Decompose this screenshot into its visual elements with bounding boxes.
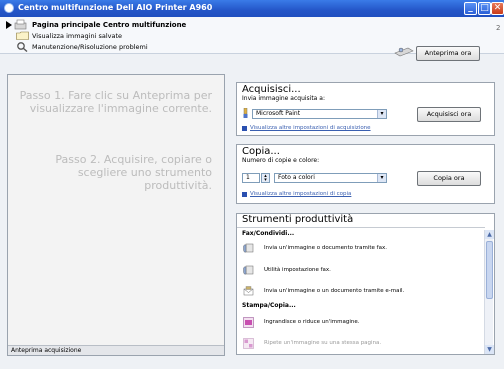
copy-settings-link[interactable]: Visualizza altre impostazioni di copia <box>242 191 351 197</box>
copy-color-value: Foto a colori <box>278 174 315 181</box>
tools-title: Strumenti produttività <box>242 214 354 225</box>
title-bar: Centro multifunzione Dell AIO Printer A9… <box>0 0 504 17</box>
selected-arrow-icon <box>6 21 12 29</box>
copy-box: Copia... Numero di copie e colore: 1 ▴ ▾ … <box>236 144 495 204</box>
chevron-down-icon: ▾ <box>377 174 386 182</box>
acquire-destination-select[interactable]: Microsoft Paint ▾ <box>252 109 387 119</box>
maximize-button[interactable]: □ <box>478 2 491 15</box>
section-print-copy: Stampa/Copia... <box>242 302 296 309</box>
scanner-icon <box>394 47 414 57</box>
minimize-button[interactable]: _ <box>464 2 477 15</box>
divider <box>237 227 485 228</box>
copies-input[interactable]: 1 <box>242 173 260 183</box>
tool-poster[interactable]: Ripete un'immagine su una stessa pagina. <box>243 337 381 349</box>
acquire-destination-value: Microsoft Paint <box>256 110 301 117</box>
chevron-down-icon: ▾ <box>377 110 386 118</box>
tool-resize-label: Ingrandisce o riduce un'immagine. <box>264 319 360 325</box>
preview-now-button[interactable]: Anteprima ora <box>416 46 480 61</box>
scroll-up-icon[interactable]: ▲ <box>485 230 494 239</box>
nav-label-maintenance: Manutenzione/Risoluzione problemi <box>32 43 148 51</box>
email-icon <box>243 285 254 295</box>
tool-fax-send-label: Invia un'immagine o documento tramite fa… <box>264 245 387 251</box>
acquire-subtitle: Invia immagine acquisita a: <box>242 95 325 102</box>
preview-step2: Passo 2. Acquisire, copiare o scegliere … <box>55 153 212 192</box>
copy-color-select[interactable]: Foto a colori ▾ <box>274 173 387 183</box>
section-fax-share: Fax/Condividi... <box>242 230 295 237</box>
acquire-box: Acquisisci... Invia immagine acquisita a… <box>236 82 495 136</box>
copy-subtitle: Numero di copie e colore: <box>242 157 320 164</box>
fax-settings-icon <box>243 265 254 274</box>
page-corner-number: 2 <box>496 24 501 32</box>
paint-icon <box>243 108 248 118</box>
tool-email-label: Invia un'immagine o un documento tramite… <box>264 288 405 294</box>
acquire-settings-link[interactable]: Visualizza altre impostazioni di acquisi… <box>242 125 371 131</box>
wrench-icon <box>17 42 28 52</box>
tool-fax-setup-label: Utilità impostazione fax. <box>264 267 331 273</box>
folder-icon <box>16 31 29 40</box>
window-title: Centro multifunzione Dell AIO Printer A9… <box>18 3 213 12</box>
scroll-thumb[interactable] <box>486 241 493 299</box>
nav-label-home: Pagina principale Centro multifunzione <box>32 21 187 29</box>
app-icon <box>4 3 14 13</box>
tool-email[interactable]: Invia un'immagine o un documento tramite… <box>243 285 404 297</box>
close-button[interactable]: ✕ <box>491 2 504 15</box>
preview-step1: Passo 1. Fare clic su Anteprima per visu… <box>19 89 212 115</box>
tool-resize[interactable]: Ingrandisce o riduce un'immagine. <box>243 316 360 328</box>
copy-now-button[interactable]: Copia ora <box>417 171 481 186</box>
nav-item-maintenance[interactable]: Manutenzione/Risoluzione problemi <box>6 41 148 53</box>
repeat-image-icon <box>243 337 254 349</box>
preview-panel: Passo 1. Fare clic su Anteprima per visu… <box>7 74 225 356</box>
preview-status: Anteprima acquisizione <box>8 345 224 355</box>
tool-fax-setup[interactable]: Utilità impostazione fax. <box>243 264 331 276</box>
tools-scrollbar[interactable]: ▲ ▼ <box>484 230 494 354</box>
acquire-title: Acquisisci... <box>242 84 301 95</box>
productivity-tools-panel: Strumenti produttività Fax/Condividi... … <box>236 213 495 355</box>
tool-poster-label: Ripete un'immagine su una stessa pagina. <box>264 340 382 346</box>
copies-value: 1 <box>246 174 250 181</box>
nav-label-saved-images: Visualizza immagini salvate <box>32 32 123 40</box>
copies-stepper[interactable]: ▴ ▾ <box>261 173 270 183</box>
fax-icon <box>243 243 254 252</box>
tool-fax-send[interactable]: Invia un'immagine o documento tramite fa… <box>243 242 387 254</box>
resize-icon <box>243 316 254 328</box>
acquire-now-button[interactable]: Acquisisci ora <box>417 107 481 122</box>
scroll-down-icon[interactable]: ▼ <box>485 345 494 354</box>
copy-title: Copia... <box>242 146 280 157</box>
